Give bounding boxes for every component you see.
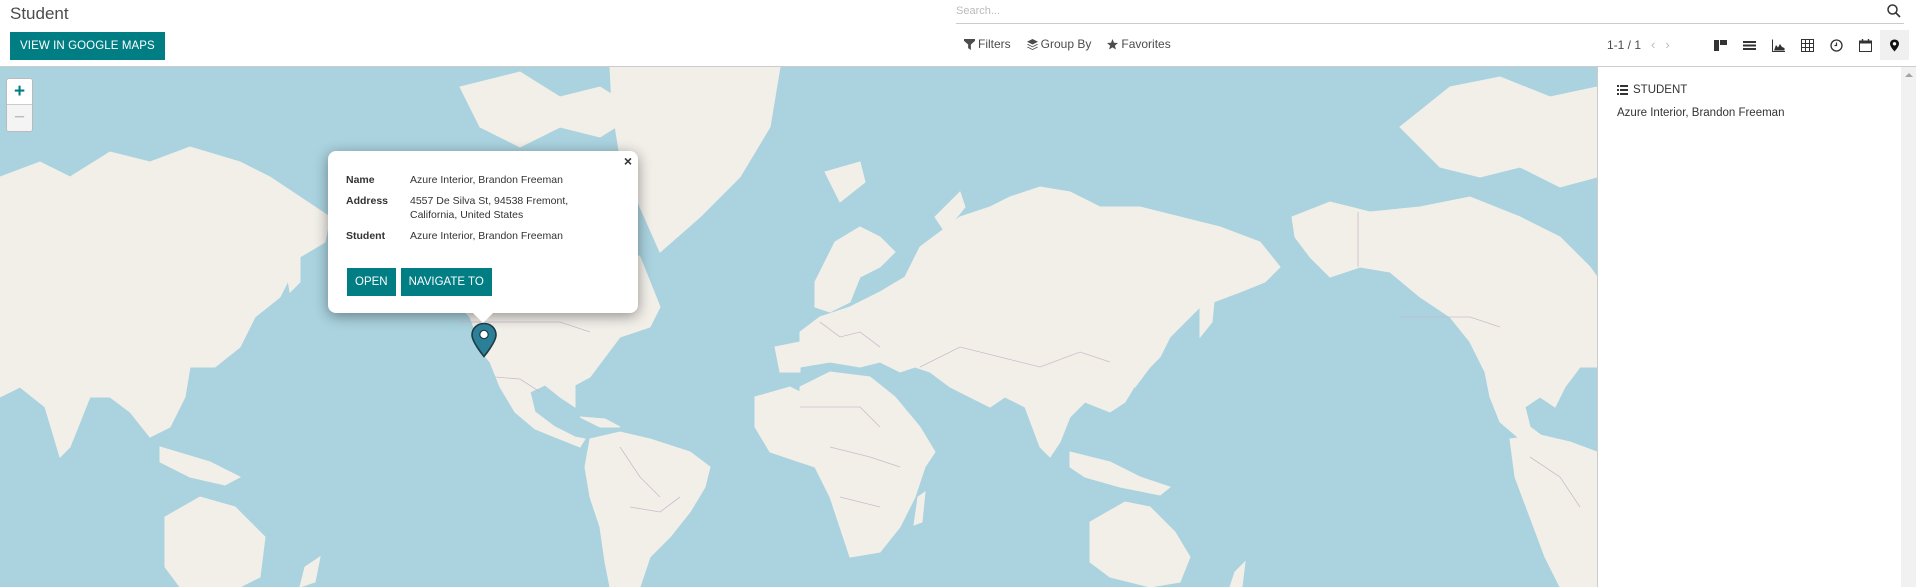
popup-close-button[interactable]: × bbox=[624, 153, 632, 169]
favorites-button[interactable]: Favorites bbox=[1107, 37, 1171, 51]
field-label: Student bbox=[346, 230, 386, 242]
search-input[interactable] bbox=[956, 3, 1856, 19]
area-chart-icon bbox=[1772, 39, 1785, 52]
view-switcher bbox=[1706, 30, 1909, 60]
star-icon bbox=[1107, 38, 1119, 50]
land-africa bbox=[799, 371, 936, 558]
land-se-asia-islands-left bbox=[159, 446, 242, 486]
favorites-label: Favorites bbox=[1121, 37, 1171, 51]
land-south-america-left bbox=[584, 431, 711, 587]
filters-button[interactable]: Filters bbox=[964, 37, 1011, 51]
land-iberia-left-edge bbox=[774, 341, 801, 373]
table-icon bbox=[1801, 38, 1814, 52]
calendar-icon bbox=[1859, 38, 1872, 52]
view-activity-button[interactable] bbox=[1822, 30, 1851, 60]
popup-row-student: Student Azure Interior, Brandon Freeman bbox=[346, 229, 600, 250]
pager: 1-1 / 1 ‹ › bbox=[1607, 37, 1670, 52]
group-by-label: Group By bbox=[1040, 37, 1092, 51]
zoom-out-button[interactable]: − bbox=[7, 105, 32, 131]
clock-icon bbox=[1830, 38, 1843, 52]
land-south-america bbox=[1509, 434, 1597, 587]
view-graph-button[interactable] bbox=[1764, 30, 1793, 60]
land-se-asia-islands bbox=[1069, 451, 1172, 496]
list-icon bbox=[1617, 85, 1628, 95]
view-list-button[interactable] bbox=[1735, 30, 1764, 60]
view-calendar-button[interactable] bbox=[1851, 30, 1880, 60]
land-australia-left bbox=[164, 496, 266, 587]
land-arctic-islands bbox=[1399, 76, 1597, 188]
field-value: 4557 De Silva St, 94538 Fremont, Califor… bbox=[410, 195, 569, 221]
kanban-icon bbox=[1714, 39, 1727, 51]
pager-value[interactable]: 1-1 / 1 bbox=[1607, 38, 1641, 52]
open-button[interactable]: OPEN bbox=[347, 268, 396, 296]
filter-icon bbox=[964, 38, 975, 50]
marker-popup: × Name Azure Interior, Brandon Freeman A… bbox=[328, 151, 638, 323]
view-in-google-maps-button[interactable]: VIEW IN GOOGLE MAPS bbox=[10, 32, 165, 60]
map-marker-icon[interactable] bbox=[470, 322, 498, 358]
navigate-to-button[interactable]: NAVIGATE TO bbox=[400, 268, 492, 296]
filters-label: Filters bbox=[978, 37, 1011, 51]
land-australia bbox=[1089, 501, 1191, 587]
records-panel: STUDENT Azure Interior, Brandon Freeman bbox=[1597, 67, 1901, 587]
control-panel: Student VIEW IN GOOGLE MAPS Filters Grou… bbox=[0, 0, 1916, 67]
popup-row-address: Address 4557 De Silva St, 94538 Fremont,… bbox=[346, 194, 600, 229]
land-north-america bbox=[1291, 196, 1597, 443]
list-icon bbox=[1743, 40, 1756, 50]
field-label: Name bbox=[346, 174, 375, 186]
panel-title: STUDENT bbox=[1617, 84, 1687, 96]
view-pivot-button[interactable] bbox=[1793, 30, 1822, 60]
popup-fields: Name Azure Interior, Brandon Freeman Add… bbox=[346, 173, 600, 250]
field-value: Azure Interior, Brandon Freeman bbox=[410, 230, 563, 242]
land-africa-left-edge bbox=[754, 386, 801, 463]
map-marker-icon bbox=[1890, 39, 1899, 51]
land-new-zealand bbox=[1229, 560, 1246, 587]
scroll-up-arrow-icon[interactable] bbox=[1905, 73, 1913, 77]
search-bar bbox=[956, 0, 1904, 24]
search-options: Filters Group By Favorites bbox=[964, 37, 1171, 51]
map-container[interactable]: + − × Name Azure Interior, Brandon Freem… bbox=[0, 67, 1597, 587]
popup-actions: OPEN NAVIGATE TO bbox=[347, 268, 492, 296]
scrollbar[interactable] bbox=[1901, 67, 1916, 587]
layers-icon bbox=[1026, 38, 1038, 50]
record-list-item[interactable]: Azure Interior, Brandon Freeman bbox=[1617, 107, 1784, 119]
field-label: Address bbox=[346, 195, 389, 207]
search-icon[interactable] bbox=[1886, 3, 1902, 19]
land-asia-left bbox=[0, 146, 331, 458]
field-value: Azure Interior, Brandon Freeman bbox=[410, 174, 563, 186]
group-by-button[interactable]: Group By bbox=[1026, 37, 1092, 51]
view-kanban-button[interactable] bbox=[1706, 30, 1735, 60]
popup-row-name: Name Azure Interior, Brandon Freeman bbox=[346, 173, 600, 194]
land-cuba-left bbox=[579, 416, 621, 428]
panel-title-label: STUDENT bbox=[1633, 84, 1688, 96]
pager-next-button[interactable]: › bbox=[1665, 37, 1669, 52]
zoom-in-button[interactable]: + bbox=[7, 79, 32, 105]
page-title: Student bbox=[10, 4, 69, 23]
pager-previous-button[interactable]: ‹ bbox=[1651, 37, 1655, 52]
zoom-control: + − bbox=[6, 78, 33, 132]
world-map[interactable] bbox=[0, 67, 1597, 587]
view-map-button[interactable] bbox=[1880, 30, 1909, 60]
land-new-zealand-left bbox=[299, 555, 321, 587]
land-madagascar bbox=[913, 490, 926, 526]
land-svalbard bbox=[824, 161, 866, 203]
